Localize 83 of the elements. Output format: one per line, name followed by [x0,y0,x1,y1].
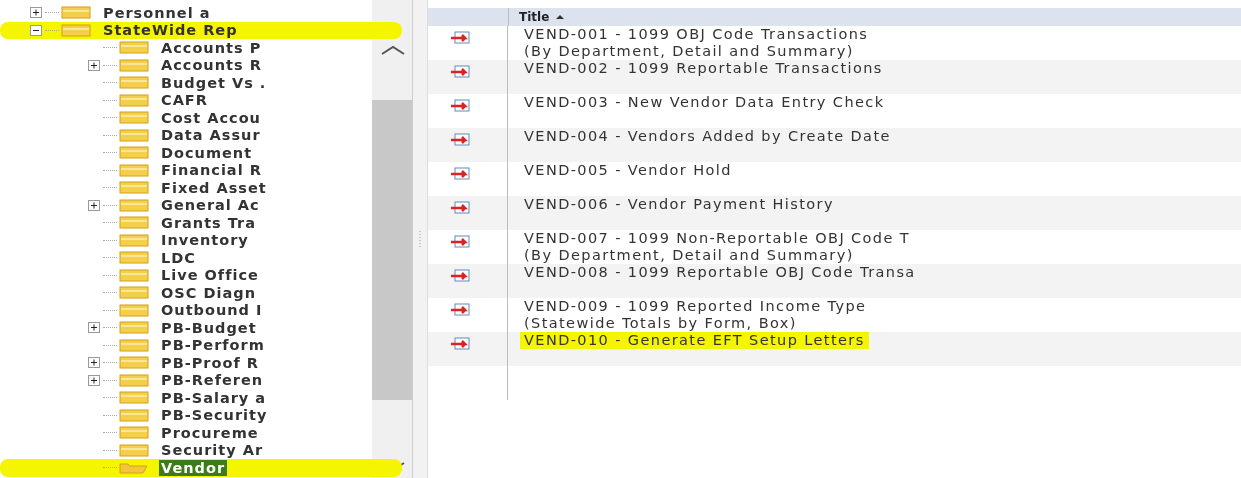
report-icon[interactable] [450,99,472,113]
tree-item[interactable]: Data Assur [159,127,263,144]
tree-item[interactable]: LDC [159,249,198,266]
tree-item[interactable]: Budget Vs . [159,74,269,91]
folder-icon [119,268,149,282]
tree-item[interactable]: Document [159,144,255,161]
tree-item[interactable]: Cost Accou [159,109,263,126]
expand-icon[interactable] [88,199,100,211]
folder-icon [119,251,149,265]
tree-item[interactable]: Accounts R [159,57,264,74]
folder-icon [119,391,149,405]
expand-icon[interactable] [88,322,100,334]
folder-icon [119,163,149,177]
folder-icon [119,111,149,125]
folder-icon [119,76,149,90]
report-title[interactable]: VEND-001 - 1099 OBJ Code Transactions (By Department, Detail and Summary) [520,26,873,60]
scroll-up-icon[interactable] [380,44,406,56]
report-icon[interactable] [450,303,472,317]
folder-icon [119,286,149,300]
expand-icon[interactable] [88,374,100,386]
folder-icon [61,6,91,20]
tree-item[interactable]: Security Ar [159,442,266,459]
collapse-icon[interactable] [30,24,42,36]
folder-icon [119,198,149,212]
expand-icon[interactable] [30,7,42,19]
folder-icon [119,356,149,370]
folder-icon [119,93,149,107]
folder-icon [61,23,91,37]
report-icon[interactable] [450,133,472,147]
column-header[interactable]: Title [519,8,550,26]
folder-icon [119,181,149,195]
tree-item[interactable]: Personnel a [101,4,213,21]
tree-item[interactable]: Outbound I [159,302,265,319]
tree-item[interactable]: Fixed Asset [159,179,269,196]
tree-item[interactable]: CAFR [159,92,210,109]
scrollbar-thumb[interactable] [372,100,412,400]
scrollbar[interactable] [372,0,412,478]
tree-item[interactable]: OSC Diagn [159,284,258,301]
folder-icon [119,41,149,55]
folder-icon [119,321,149,335]
report-icon[interactable] [450,235,472,249]
tree-item[interactable]: General Ac [159,197,262,214]
folder-icon [119,461,149,475]
expand-icon[interactable] [88,59,100,71]
report-icon[interactable] [450,201,472,215]
grip-icon[interactable] [418,231,422,247]
folder-icon [119,426,149,440]
folder-icon [119,146,149,160]
report-title[interactable]: VEND-009 - 1099 Reported Income Type (Statewide Totals by Form, Box) [520,298,871,332]
report-icon[interactable] [450,65,472,79]
report-icon[interactable] [450,31,472,45]
folder-icon [119,338,149,352]
folder-icon [119,408,149,422]
tree-item[interactable]: StateWide Rep [101,22,240,39]
tree-item[interactable]: Grants Tra [159,214,258,231]
expand-icon[interactable] [88,357,100,369]
report-title[interactable]: VEND-006 - Vendor Payment History [520,196,838,213]
report-title[interactable]: VEND-005 - Vendor Hold [520,162,736,179]
tree-item[interactable]: PB-Proof R [159,354,261,371]
tree-item[interactable]: Inventory [159,232,251,249]
report-icon[interactable] [450,269,472,283]
folder-icon [119,233,149,247]
folder-icon [119,216,149,230]
report-title[interactable]: VEND-007 - 1099 Non-Reportable OBJ Code T (By Department, Detail and Summary) [520,230,915,264]
folder-icon [119,443,149,457]
tree-item[interactable]: PB-Budget [159,319,259,336]
tree-item[interactable]: PB-Salary a [159,389,269,406]
tree-item[interactable]: PB-Security [159,407,270,424]
tree-item[interactable]: Accounts P [159,39,264,56]
report-title[interactable]: VEND-003 - New Vendor Data Entry Check [520,94,889,111]
tree-item[interactable]: PB-Perform [159,337,267,354]
tree-item[interactable]: PB-Referen [159,372,266,389]
tree-item[interactable]: Financial R [159,162,264,179]
report-title[interactable]: VEND-010 - Generate EFT Setup Letters [520,332,869,349]
folder-icon [119,303,149,317]
folder-icon [119,128,149,142]
report-icon[interactable] [450,167,472,181]
tree-item[interactable]: Vendor [159,459,228,476]
tree-item[interactable]: Procureme [159,424,261,441]
folder-icon [119,373,149,387]
folder-icon [119,58,149,72]
tree-item[interactable]: Live Office [159,267,261,284]
report-icon[interactable] [450,337,472,351]
